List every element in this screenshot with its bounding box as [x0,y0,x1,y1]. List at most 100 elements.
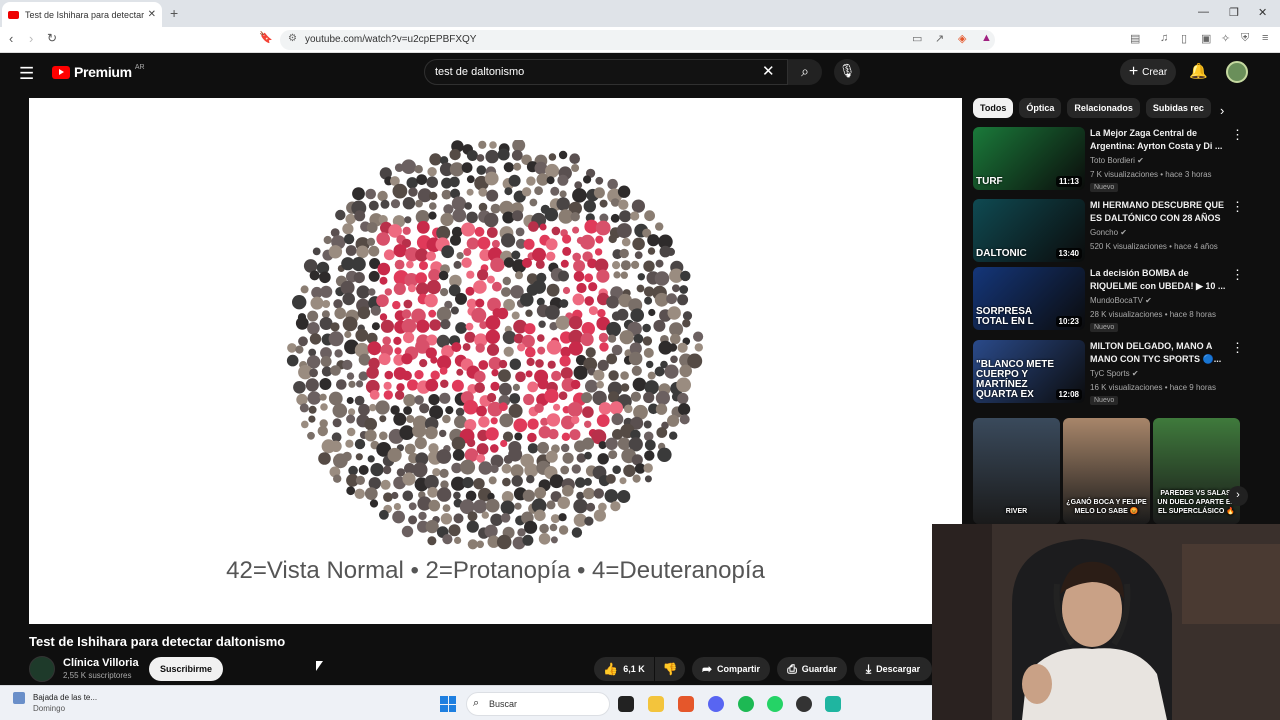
filter-chip[interactable]: Todos [973,98,1014,118]
dislike-button[interactable]: 👎 [655,657,685,681]
windows-start-icon[interactable] [440,696,456,712]
discord-icon[interactable] [708,696,724,712]
like-button[interactable]: 👍 6,1 K [594,657,654,681]
video-thumbnail[interactable]: DALTONIC 13:40 [973,199,1085,262]
channel-link[interactable]: Toto Bordieri ✔ [1090,156,1144,165]
widget-title[interactable]: Bajada de las te... [33,693,97,702]
video-duration: 12:08 [1055,389,1082,400]
plus-icon: + [1128,63,1139,80]
share-button[interactable]: ➦ Compartir [692,657,770,681]
new-badge: Nuevo [1090,323,1119,332]
more-options-icon[interactable]: ⋮ [1231,340,1244,356]
search-input[interactable]: test de daltonismo [424,59,788,85]
taskbar-search-placeholder: Buscar [489,699,518,709]
share-page-icon[interactable]: ↗ [935,32,944,45]
bookmark-icon[interactable]: 🔖 [259,31,273,44]
recommendation-item[interactable]: SORPRESA TOTAL EN L 10:23 La decisión BOMB… [973,267,1244,332]
more-options-icon[interactable]: ⋮ [1231,267,1244,283]
brave-shield-icon[interactable]: ◈ [958,32,966,45]
video-title-link[interactable]: MI HERMANO DESCUBRE QUE ES DALTÓNICO CON… [1090,199,1228,225]
video-title-link[interactable]: La Mejor Zaga Central de Argentina: Ayrt… [1090,127,1228,153]
youtube-favicon-icon [8,10,19,19]
shorts-next-icon[interactable]: › [1228,486,1248,506]
filter-chip[interactable]: Óptica [1019,98,1062,118]
verified-icon: ✔ [1137,156,1144,165]
verified-icon: ✔ [1120,228,1127,237]
file-explorer-icon[interactable] [648,696,664,712]
video-title-link[interactable]: La decisión BOMBA de RIQUELME con UBEDA!… [1090,267,1228,293]
video-thumbnail[interactable]: "BLANCO METE CUERPO Y MARTÍNEZ QUARTA EX… [973,340,1085,403]
reader-icon[interactable]: ▯ [1181,32,1187,45]
recommendation-item[interactable]: "BLANCO METE CUERPO Y MARTÍNEZ QUARTA EX… [973,340,1244,405]
short-caption: RIVER [1005,508,1028,515]
task-view-icon[interactable] [618,696,634,712]
subscribe-button[interactable]: Suscribirme [149,657,223,681]
cast-icon[interactable]: ▭ [912,32,922,45]
browser-menu-icon[interactable]: ≡ [1262,32,1268,44]
wallet-icon[interactable]: ▣ [1201,32,1211,45]
save-button[interactable]: ⎙ Guardar [777,657,847,681]
music-icon[interactable]: ♫ [1160,32,1168,44]
short-thumbnail[interactable]: ¿GANÓ BOCA Y FELIPE MELO LO SABE 😡 [1063,418,1150,524]
reload-icon[interactable]: ↻ [47,31,57,45]
create-button[interactable]: + Crear [1120,59,1176,85]
spotify-icon[interactable] [738,696,754,712]
clear-search-icon[interactable]: ✕ [762,62,775,80]
channel-link[interactable]: MundoBocaTV ✔ [1090,296,1152,305]
ishihara-plate [286,140,704,550]
brave-rewards-icon[interactable]: ▲ [981,32,992,44]
leo-ai-icon[interactable]: ✧ [1221,32,1230,45]
youtube-play-icon [52,65,70,79]
site-info-icon[interactable]: ⚙ [288,33,297,44]
download-label: Descargar [876,664,921,674]
back-icon[interactable]: ‹ [9,31,13,46]
notifications-bell-icon[interactable]: 🔔 [1189,62,1208,80]
tab-close-icon[interactable]: ✕ [148,9,156,20]
channel-name[interactable]: Clínica Villoria [63,657,139,669]
whatsapp-icon[interactable] [767,696,783,712]
restore-icon[interactable]: ❐ [1229,6,1239,19]
obs-icon[interactable] [796,696,812,712]
more-options-icon[interactable]: ⋮ [1231,199,1244,215]
brave-browser-icon[interactable] [678,696,694,712]
window-close-icon[interactable]: ✕ [1258,6,1267,19]
url-field[interactable]: ⚙ youtube.com/watch?v=u2cpEPBFXQY [280,30,995,50]
more-options-icon[interactable]: ⋮ [1231,127,1244,143]
minimize-icon[interactable]: — [1198,6,1209,18]
widget-subtitle: Domingo [33,704,66,713]
recommendation-item[interactable]: DALTONIC 13:40 MI HERMANO DESCUBRE QUE ES … [973,199,1244,263]
chips-next-icon[interactable]: › [1220,103,1224,118]
vpn-icon[interactable]: ⛨ [1241,32,1249,45]
video-thumbnail[interactable]: TURF 11:13 [973,127,1085,190]
recommendation-item[interactable]: TURF 11:13 La Mejor Zaga Central de Argent… [973,127,1244,192]
channel-link[interactable]: TyC Sports ✔ [1090,369,1139,378]
app-icon[interactable] [825,696,841,712]
forward-icon[interactable]: › [29,31,33,46]
user-avatar[interactable] [1226,61,1248,83]
logo-text: Premium [74,64,132,80]
new-tab-button[interactable]: + [170,5,178,21]
filter-chip[interactable]: Subidas rec [1145,98,1211,118]
short-thumbnail[interactable]: PAREDES VS SALAS, UN DUELO APARTE EN EL … [1153,418,1240,524]
short-caption: PAREDES VS SALAS, UN DUELO APARTE EN EL … [1157,490,1236,515]
browser-tab[interactable]: Test de Ishihara para detectar daltonism… [2,2,162,27]
verified-icon: ✔ [1145,296,1152,305]
youtube-premium-logo[interactable]: Premium AR [52,64,145,80]
share-label: Compartir [717,664,761,674]
voice-search-button[interactable]: 🎙 [834,59,860,85]
channel-link[interactable]: Goncho ✔ [1090,228,1127,237]
new-badge: Nuevo [1090,183,1119,192]
download-button[interactable]: ⤓ Descargar [854,657,932,681]
video-title-link[interactable]: MILTON DELGADO, MANO A MANO CON TYC SPOR… [1090,340,1228,366]
short-thumbnail[interactable]: RIVER [973,418,1060,524]
taskbar-search-input[interactable]: ⌕ Buscar [466,692,610,716]
widget-icon[interactable] [13,692,25,704]
webcam-overlay [932,524,1280,720]
sidebar-icon[interactable]: ▤ [1130,32,1140,45]
filter-chip[interactable]: Relacionados [1067,98,1140,118]
download-icon: ⤓ [865,661,872,676]
hamburger-menu-icon[interactable]: ☰ [19,64,34,84]
search-button[interactable]: ⌕ [788,59,822,85]
channel-avatar[interactable] [29,656,55,682]
video-thumbnail[interactable]: SORPRESA TOTAL EN L 10:23 [973,267,1085,330]
